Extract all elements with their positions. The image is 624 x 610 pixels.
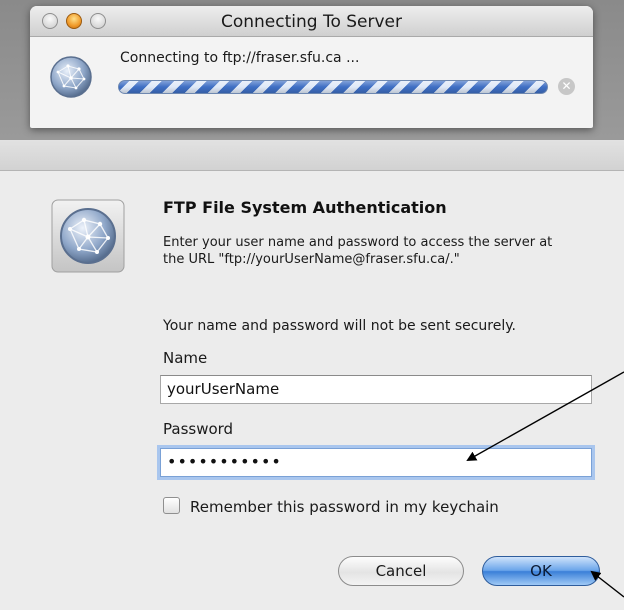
connection-status-text: Connecting to ftp://fraser.sfu.ca ... [120, 50, 360, 66]
security-warning-text: Your name and password will not be sent … [163, 318, 516, 334]
name-label: Name [163, 349, 208, 367]
password-label: Password [163, 420, 234, 438]
auth-dialog: FTP File System Authentication Enter you… [0, 171, 624, 610]
window-title: Connecting To Server [220, 12, 403, 32]
cancel-button[interactable]: Cancel [338, 556, 464, 586]
stop-x-icon[interactable]: ✕ [558, 78, 575, 95]
dialog-title: FTP File System Authentication [163, 198, 447, 217]
connecting-window: Connecting To Server Connecting to ftp:/… [30, 6, 593, 128]
name-field[interactable]: yourUserName [160, 375, 592, 404]
ok-button[interactable]: OK [482, 556, 600, 586]
network-globe-icon [51, 199, 125, 273]
title-bar[interactable]: Connecting To Server [30, 6, 593, 37]
network-globe-icon [50, 56, 92, 98]
remember-password-label[interactable]: Remember this password in my keychain [190, 498, 499, 516]
remember-password-checkbox[interactable] [163, 497, 180, 514]
connection-progress-bar [118, 80, 548, 94]
sheet-title-strip [0, 140, 624, 171]
password-field[interactable]: ••••••••••• [160, 448, 592, 477]
dialog-description: Enter your user name and password to acc… [163, 235, 553, 267]
